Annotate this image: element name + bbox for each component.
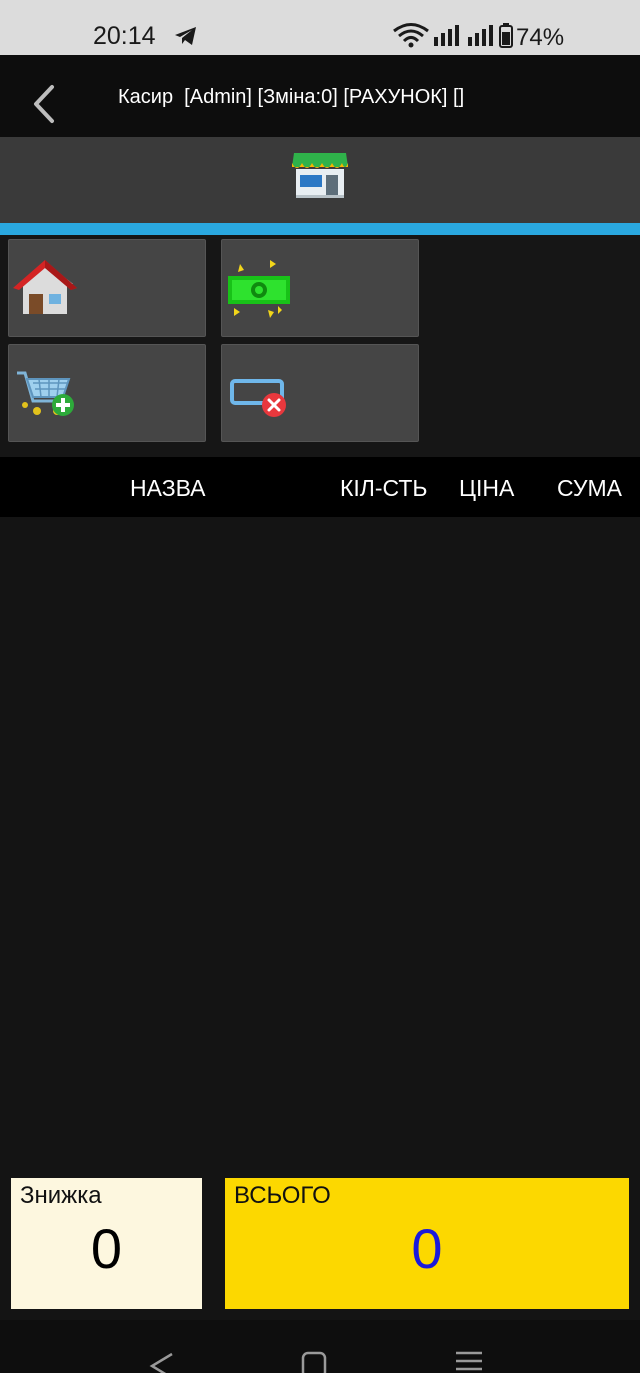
cart-add-icon: [17, 371, 74, 416]
nav-menu-icon[interactable]: [454, 1350, 484, 1373]
money-icon: [228, 260, 290, 318]
store-button[interactable]: [290, 149, 350, 206]
total-value: 0: [411, 1217, 443, 1280]
battery-percentage: 74%: [516, 23, 565, 51]
system-nav-bar: [0, 1320, 640, 1373]
back-button[interactable]: [22, 79, 66, 129]
discount-label: Знижка: [20, 1182, 102, 1209]
status-indicators: 74%: [392, 22, 564, 53]
home-button[interactable]: [8, 239, 206, 337]
store-icon: [292, 153, 348, 198]
telegram-icon: [174, 25, 198, 52]
store-bar: [0, 137, 640, 223]
nav-back-icon[interactable]: [146, 1350, 176, 1373]
column-qty: КІЛ-СТЬ: [340, 475, 428, 501]
accent-divider: [0, 223, 640, 235]
app-bar: Касир [Admin] [Зміна:0] [РАХУНОК] []: [0, 55, 640, 137]
delete-field-icon: [230, 379, 286, 417]
total-label: ВСЬОГО: [234, 1182, 331, 1209]
column-name: НАЗВА: [130, 475, 206, 501]
signal-icon: [430, 22, 464, 53]
discount-value: 0: [90, 1217, 123, 1280]
column-price: ЦІНА: [459, 475, 515, 501]
payment-button[interactable]: [221, 239, 419, 337]
discount-box[interactable]: Знижка 0: [11, 1178, 202, 1309]
table-header: НАЗВА КІЛ-СТЬ ЦІНА СУМА: [0, 457, 640, 517]
house-icon: [13, 260, 77, 314]
total-box[interactable]: ВСЬОГО 0: [225, 1178, 629, 1309]
battery-icon: [498, 22, 514, 53]
column-sum: СУМА: [557, 475, 622, 501]
add-to-cart-button[interactable]: [8, 344, 206, 442]
signal-icon-2: [464, 22, 498, 53]
status-bar: 20:14 74%: [0, 0, 640, 55]
page-title: Касир [Admin] [Зміна:0] [РАХУНОК] []: [118, 86, 465, 108]
wifi-icon: [392, 22, 430, 53]
status-time: 20:14: [93, 22, 156, 50]
delete-receipt-button[interactable]: [221, 344, 419, 442]
toolbar: [0, 235, 640, 457]
nav-home-icon[interactable]: [300, 1350, 330, 1373]
back-arrow-icon: [34, 85, 54, 123]
